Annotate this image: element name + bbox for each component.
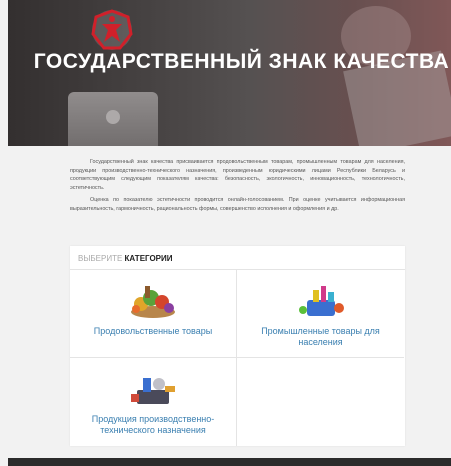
category-heading-bold: КАТЕГОРИИ (124, 254, 173, 263)
category-panel: ВЫБЕРИТЕ КАТЕГОРИИ Продовольственные тов… (70, 246, 405, 446)
category-household-label: Промышленные товары для населения (261, 326, 380, 347)
category-empty-cell (237, 358, 404, 446)
hero-banner: ГОСУДАРСТВЕННЫЙ ЗНАК КАЧЕСТВА (8, 0, 451, 146)
category-household[interactable]: Промышленные товары для населения (237, 270, 404, 358)
quality-mark-logo[interactable] (90, 8, 134, 52)
intro-text: Государственный знак качества присваивае… (70, 158, 405, 218)
page-title: ГОСУДАРСТВЕННЫЙ ЗНАК КАЧЕСТВА (33, 50, 450, 73)
intro-paragraph-2: Оценка по показателю эстетичности провод… (70, 197, 405, 212)
category-heading: ВЫБЕРИТЕ КАТЕГОРИИ (70, 246, 405, 270)
food-basket-icon (131, 286, 175, 318)
category-food-label: Продовольственные товары (93, 326, 213, 336)
category-industrial-label: Продукция производственно-технического н… (91, 414, 215, 435)
category-grid: Продовольственные товары Промышленные то… (70, 270, 405, 446)
industrial-tools-icon (131, 378, 175, 404)
category-food[interactable]: Продовольственные товары (70, 270, 237, 358)
household-goods-icon (298, 286, 344, 316)
intro-paragraph-1: Государственный знак качества присваивае… (70, 159, 405, 191)
footer-bar (8, 458, 451, 466)
category-heading-light: ВЫБЕРИТЕ (78, 254, 123, 263)
category-industrial[interactable]: Продукция производственно-технического н… (70, 358, 237, 446)
